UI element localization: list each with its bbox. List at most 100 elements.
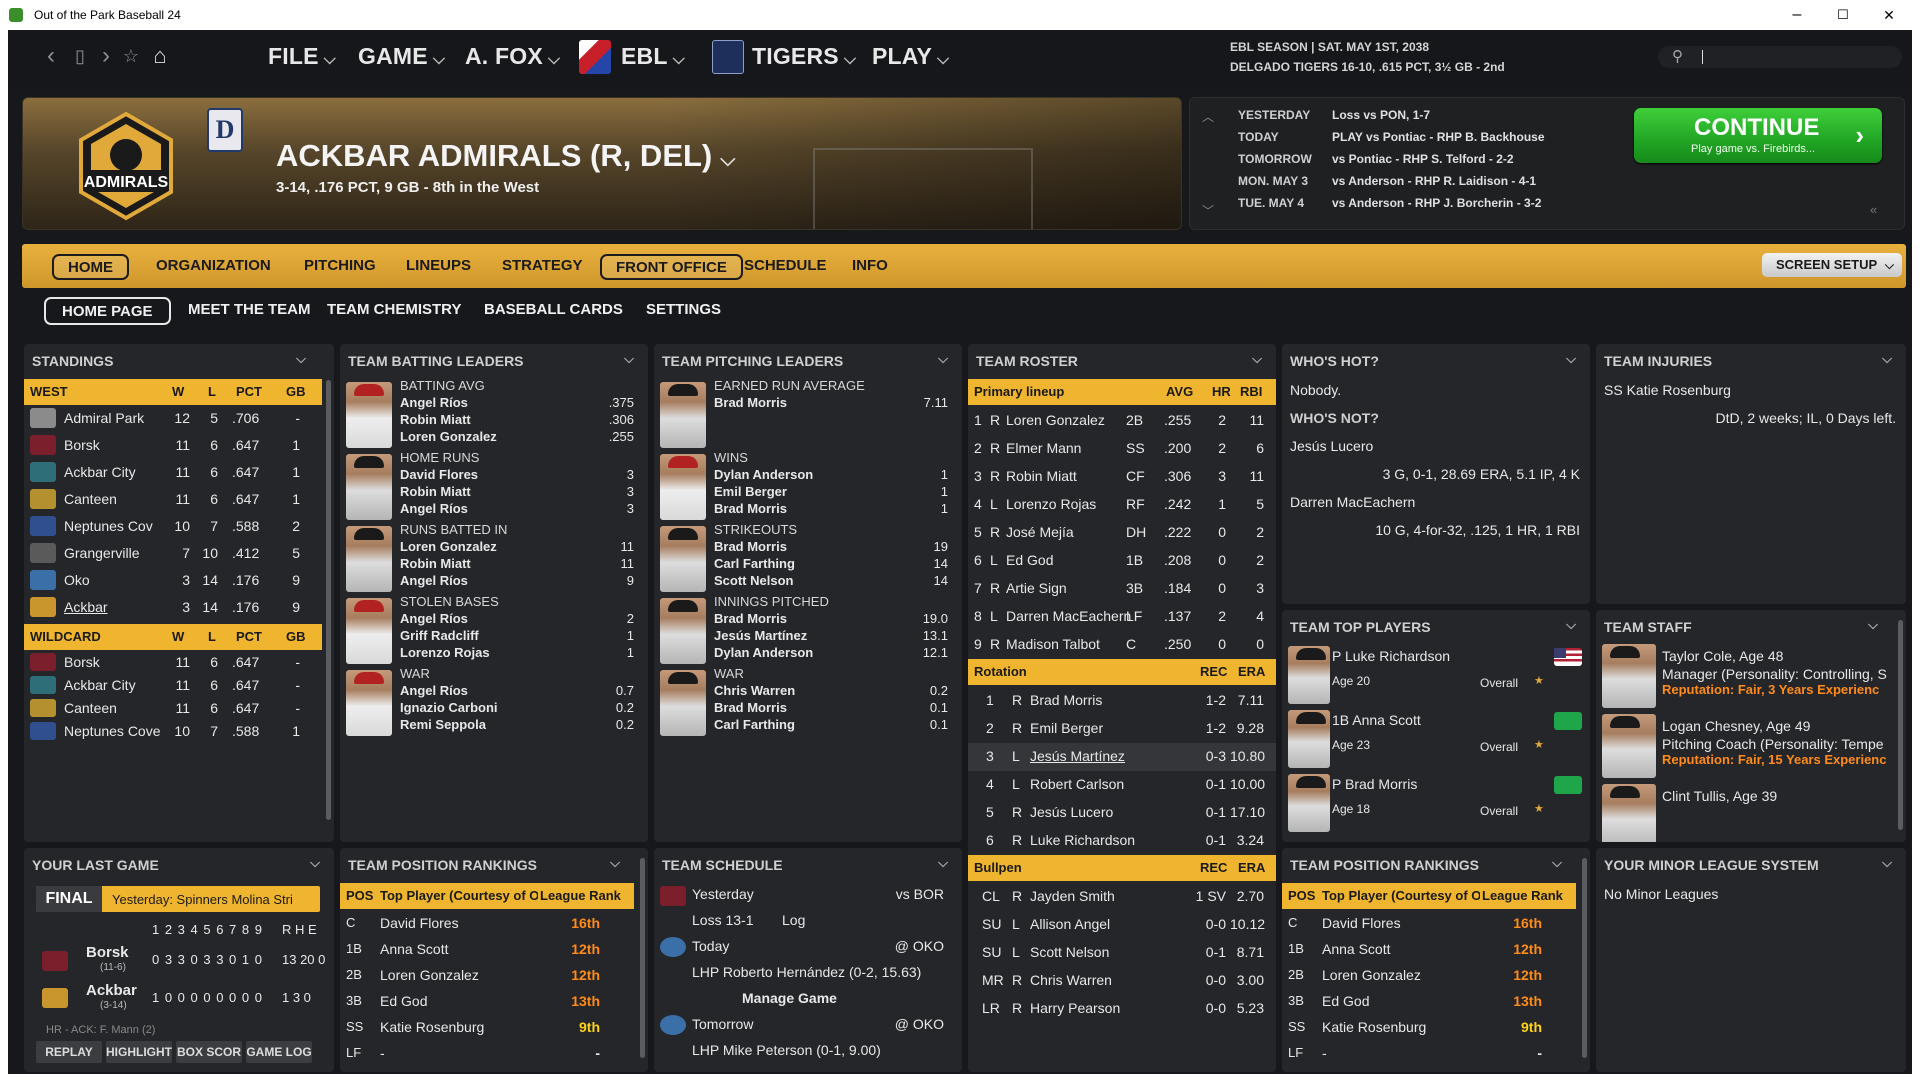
player-name[interactable]: Robert Carlson [1030, 776, 1124, 792]
leader-name[interactable]: Angel Ríos [400, 683, 468, 698]
staff-name[interactable]: Logan Chesney, Age 49 [1662, 718, 1810, 734]
leader-name[interactable]: Griff Radcliff [400, 628, 479, 643]
highlights-button[interactable]: HIGHLIGHT [106, 1041, 172, 1063]
leader-name[interactable]: Lorenzo Rojas [400, 645, 490, 660]
chevron-down-icon[interactable]: ⌵ [938, 855, 948, 871]
player-name[interactable]: Artie Sign [1006, 580, 1067, 596]
injured-player[interactable]: SS Katie Rosenburg [1604, 382, 1731, 398]
player-name[interactable]: Jesús Lucero [1030, 804, 1113, 820]
bullpen-row[interactable]: LR R Harry Pearson 0-0 5.23 [968, 995, 1276, 1023]
team-name[interactable]: Ackbar [64, 599, 108, 615]
rank-player[interactable]: Katie Rosenburg [380, 1019, 484, 1035]
leader-name[interactable]: Carl Farthing [714, 556, 795, 571]
player-photo[interactable] [1288, 774, 1330, 832]
page-icon[interactable]: ▯ [70, 46, 90, 66]
leader-name[interactable]: Robin Miatt [400, 484, 471, 499]
leader-name[interactable]: Angel Ríos [400, 395, 468, 410]
menu-league[interactable]: EBL ⌵ [621, 43, 685, 70]
scrollbar[interactable] [1582, 858, 1587, 1058]
tab-strategy[interactable]: STRATEGY [488, 254, 597, 280]
lineup-row[interactable]: 6 L Ed God 1B .208 0 2 [968, 547, 1276, 575]
rankings-row[interactable]: C David Flores 16th [1282, 910, 1576, 936]
bullpen-row[interactable]: MR R Chris Warren 0-0 3.00 [968, 967, 1276, 995]
top-player-name[interactable]: P Luke Richardson [1332, 648, 1450, 664]
tab-lineups[interactable]: LINEUPS [392, 254, 485, 280]
team-name[interactable]: Ackbar City [64, 464, 136, 480]
player-name[interactable]: Luke Richardson [1030, 832, 1135, 848]
search-input[interactable]: ⚲ [1658, 46, 1902, 68]
rankings-row[interactable]: 1B Anna Scott 12th [1282, 936, 1576, 962]
player-photo[interactable] [660, 526, 706, 592]
tab-front-office[interactable]: FRONT OFFICE [600, 254, 743, 280]
leader-name[interactable]: Robin Miatt [400, 556, 471, 571]
chevron-down-icon[interactable]: ⌵ [1566, 351, 1576, 367]
player-photo[interactable] [660, 454, 706, 520]
leader-name[interactable]: Angel Ríos [400, 501, 468, 516]
leader-name[interactable]: Loren Gonzalez [400, 429, 497, 444]
lineup-row[interactable]: 2 R Elmer Mann SS .200 2 6 [968, 435, 1276, 463]
replay-button[interactable]: REPLAY [36, 1041, 102, 1063]
rankings-row[interactable]: 3B Ed God 13th [1282, 988, 1576, 1014]
player-name[interactable]: Harry Pearson [1030, 1000, 1120, 1016]
standings-row[interactable]: Canteen 11 6 .647 1 [24, 486, 322, 513]
player-name[interactable]: Robin Miatt [1006, 468, 1077, 484]
leader-name[interactable]: Angel Ríos [400, 573, 468, 588]
scrollbar[interactable] [640, 858, 645, 1058]
cold-player-name[interactable]: Darren MacEachern [1290, 494, 1415, 510]
leader-name[interactable]: Emil Berger [714, 484, 787, 499]
rotation-row[interactable]: 1 R Brad Morris 1-2 7.11 [968, 687, 1276, 715]
leader-name[interactable]: Brad Morris [714, 700, 787, 715]
cold-player-name[interactable]: Jesús Lucero [1290, 438, 1373, 454]
subtab-meet-the-team[interactable]: MEET THE TEAM [172, 297, 327, 325]
player-name[interactable]: Elmer Mann [1006, 440, 1081, 456]
player-photo[interactable] [660, 598, 706, 664]
rank-player[interactable]: Loren Gonzalez [380, 967, 479, 983]
rank-player[interactable]: David Flores [1322, 915, 1401, 931]
leader-name[interactable]: Brad Morris [714, 395, 787, 410]
standings-row[interactable]: Admiral Park 12 5 .706 - [24, 405, 322, 432]
rank-player[interactable]: - [1322, 1045, 1327, 1061]
rank-player[interactable]: Ed God [380, 993, 427, 1009]
chevron-down-icon[interactable]: ⌵ [610, 855, 620, 871]
player-photo[interactable] [1288, 710, 1330, 768]
collapse-icon[interactable]: « [1870, 202, 1877, 217]
rankings-row[interactable]: SS Katie Rosenburg 9th [1282, 1014, 1576, 1040]
leader-name[interactable]: Jesús Martínez [714, 628, 807, 643]
rankings-row[interactable]: C David Flores 16th [340, 910, 634, 936]
staff-photo[interactable] [1602, 644, 1656, 708]
wildcard-row[interactable]: Borsk 11 6 .647 - [24, 651, 322, 674]
staff-photo[interactable] [1602, 784, 1656, 842]
player-name[interactable]: Chris Warren [1030, 972, 1112, 988]
player-photo[interactable] [1288, 646, 1330, 704]
rank-player[interactable]: Ed God [1322, 993, 1369, 1009]
leader-name[interactable]: Robin Miatt [400, 412, 471, 427]
rankings-row[interactable]: SS Katie Rosenburg 9th [340, 1014, 634, 1040]
menu-file[interactable]: FILE ⌵ [268, 43, 336, 70]
rankings-row[interactable]: LF - - [340, 1040, 634, 1066]
chevron-down-icon[interactable]: ⌵ [1882, 855, 1892, 871]
wildcard-row[interactable]: Neptunes Cove 10 7 .588 1 [24, 720, 322, 743]
leader-name[interactable]: Angel Ríos [400, 611, 468, 626]
rotation-row[interactable]: 4 L Robert Carlson 0-1 10.00 [968, 771, 1276, 799]
player-name[interactable]: Scott Nelson [1030, 944, 1109, 960]
player-name[interactable]: Loren Gonzalez [1006, 412, 1105, 428]
rankings-row[interactable]: 3B Ed God 13th [340, 988, 634, 1014]
bullpen-row[interactable]: SU L Allison Angel 0-0 10.12 [968, 911, 1276, 939]
leader-name[interactable]: Chris Warren [714, 683, 795, 698]
menu-play[interactable]: PLAY ⌵ [872, 43, 949, 70]
leader-name[interactable]: David Flores [400, 467, 478, 482]
standings-row[interactable]: Grangerville 7 10 .412 5 [24, 540, 322, 567]
chevron-down-icon[interactable]: ⌵ [938, 351, 948, 367]
player-name[interactable]: Ed God [1006, 552, 1053, 568]
forward-arrow-icon[interactable]: › [96, 44, 116, 68]
player-photo[interactable] [660, 382, 706, 448]
scrollbar[interactable] [326, 380, 331, 820]
manage-game-button[interactable]: Manage Game [742, 990, 837, 1006]
subtab-home-page[interactable]: HOME PAGE [44, 297, 171, 325]
team-name[interactable]: Canteen [64, 491, 117, 507]
staff-photo[interactable] [1602, 714, 1656, 778]
game-log-button[interactable]: GAME LOG [246, 1041, 312, 1063]
leader-name[interactable]: Brad Morris [714, 611, 787, 626]
top-player-name[interactable]: 1B Anna Scott [1332, 712, 1421, 728]
scroll-down-icon[interactable]: ﹀ [1202, 202, 1214, 219]
